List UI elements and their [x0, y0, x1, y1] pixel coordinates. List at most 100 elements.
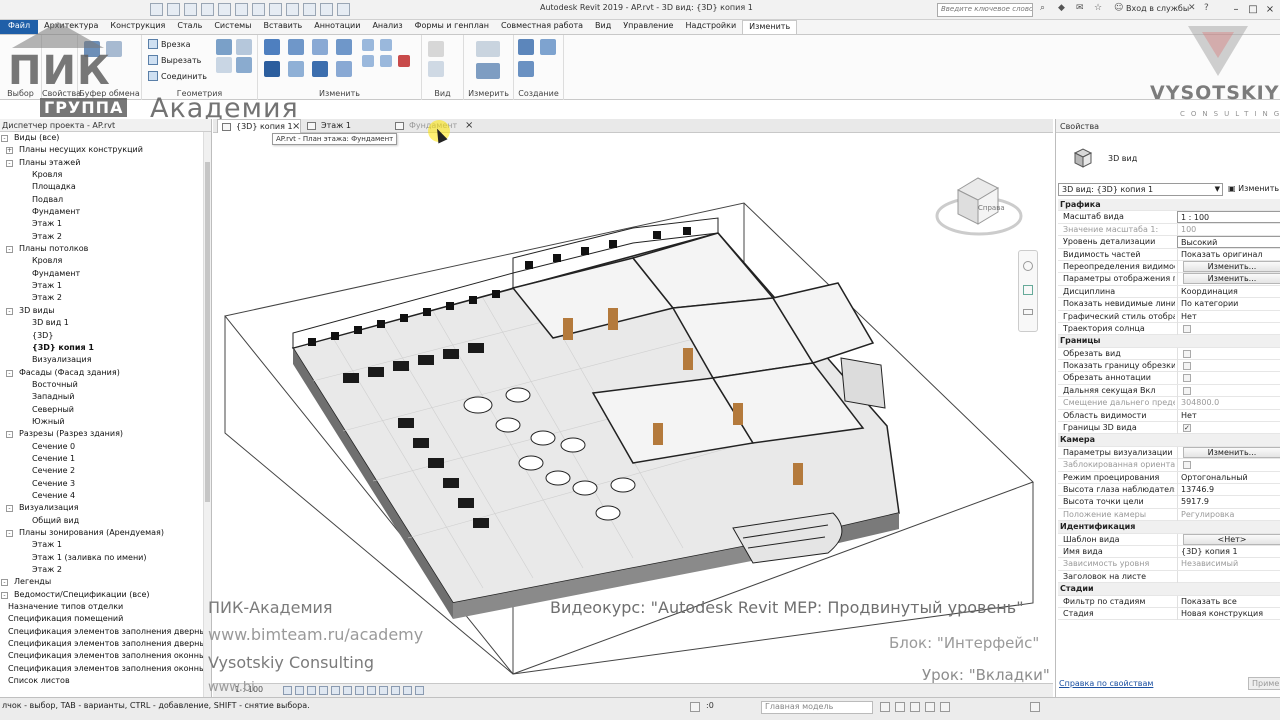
properties-help-link[interactable]: Справка по свойствам	[1059, 679, 1153, 688]
checkbox-unchecked[interactable]	[1183, 349, 1191, 358]
browser-node[interactable]: Фундамент	[0, 206, 211, 218]
instance-selector[interactable]: 3D вид: {3D} копия 1 ▼	[1058, 183, 1223, 196]
browser-node[interactable]: Кровля	[0, 169, 211, 181]
filter-icon[interactable]	[1030, 702, 1040, 712]
open-icon[interactable]	[150, 3, 163, 16]
property-value[interactable]: 13746.9	[1177, 483, 1280, 496]
browser-node[interactable]: Восточный	[0, 379, 211, 391]
view-tool-icon[interactable]	[428, 41, 444, 57]
property-value[interactable]: <Нет>	[1177, 533, 1280, 546]
copy-icon[interactable]	[288, 61, 304, 77]
scale-icon[interactable]	[362, 55, 374, 67]
reveal-hidden-icon[interactable]	[391, 686, 400, 695]
browser-node[interactable]: {3D} копия 1	[0, 342, 211, 354]
3d-view-icon[interactable]	[252, 3, 265, 16]
undo-icon[interactable]	[184, 3, 197, 16]
close-hidden-icon[interactable]	[303, 3, 316, 16]
show-crop-icon[interactable]	[355, 686, 364, 695]
browser-node[interactable]: 3D вид 1	[0, 317, 211, 329]
property-group[interactable]: Границы	[1058, 335, 1280, 348]
apply-button[interactable]: Приме	[1248, 677, 1280, 690]
browser-node[interactable]: - Планы потолков	[0, 243, 211, 255]
browser-node[interactable]: - Виды (все)	[0, 132, 211, 144]
create-parts-icon[interactable]	[540, 39, 556, 55]
array-icon[interactable]	[380, 39, 392, 51]
visual-style-icon[interactable]	[295, 686, 304, 695]
help-icon[interactable]: ?	[1204, 3, 1209, 13]
scrollbar-thumb[interactable]	[205, 162, 210, 502]
cut-geometry-button[interactable]: Вырезать	[148, 55, 201, 65]
browser-node[interactable]: Этаж 2	[0, 292, 211, 304]
login-link[interactable]: Вход в службы	[1126, 4, 1189, 13]
browser-node[interactable]: Этаж 1	[0, 218, 211, 230]
mirror-draw-icon[interactable]	[336, 39, 352, 55]
view-cube[interactable]: Справа	[934, 172, 1024, 242]
sun-path-icon[interactable]	[307, 686, 316, 695]
browser-node[interactable]: - Легенды	[0, 576, 211, 588]
tab-steel[interactable]: Сталь	[171, 20, 208, 34]
collapse-icon[interactable]: -	[6, 530, 13, 537]
pin-icon[interactable]	[380, 55, 392, 67]
collapse-icon[interactable]: -	[1, 135, 8, 142]
view-tool-icon[interactable]	[428, 61, 444, 77]
collapse-icon[interactable]: -	[1, 579, 8, 587]
browser-node[interactable]: -3D виды	[0, 305, 211, 317]
dimension-icon[interactable]	[476, 63, 500, 79]
collapse-icon[interactable]: -	[1, 591, 8, 599]
crop-view-icon[interactable]	[343, 686, 352, 695]
measure-icon[interactable]	[218, 3, 231, 16]
property-edit-button[interactable]: Изменить...	[1183, 446, 1280, 458]
browser-node[interactable]: - Планы зонирования (Арендуемая)	[0, 527, 211, 539]
search-input[interactable]: Введите ключевое слово/фразу	[937, 3, 1033, 17]
select-pinned-icon[interactable]	[910, 702, 920, 712]
minimize-button[interactable]: –	[1228, 2, 1244, 17]
redo-icon[interactable]	[201, 3, 214, 16]
property-value[interactable]: 1 : 100	[1177, 211, 1280, 224]
browser-node[interactable]: - Планы этажей	[0, 157, 211, 169]
property-value[interactable]: Нет	[1177, 310, 1280, 323]
join-button[interactable]: Соединить	[148, 71, 207, 81]
browser-node[interactable]: Западный	[0, 391, 211, 403]
property-edit-button[interactable]: Изменить...	[1183, 273, 1280, 285]
geometry-tool-icon[interactable]	[236, 39, 252, 55]
tab-massing[interactable]: Формы и генплан	[409, 20, 495, 34]
property-value[interactable]	[1177, 322, 1280, 335]
design-option-selector[interactable]: Главная модель	[761, 701, 873, 714]
tab-addins[interactable]: Надстройки	[679, 20, 742, 34]
select-links-icon[interactable]	[880, 702, 890, 712]
property-value[interactable]: Показать все	[1177, 595, 1280, 608]
browser-node[interactable]: Этаж 2	[0, 231, 211, 243]
checkbox-unchecked[interactable]	[1183, 362, 1191, 371]
select-underlay-icon[interactable]	[895, 702, 905, 712]
create-group-icon[interactable]	[518, 61, 534, 77]
property-value[interactable]	[1177, 384, 1280, 397]
property-value[interactable]: 304800.0	[1177, 397, 1280, 410]
maximize-button[interactable]: □	[1245, 2, 1261, 17]
property-value[interactable]	[1177, 459, 1280, 472]
tab-manage[interactable]: Управление	[617, 20, 679, 34]
browser-node[interactable]: {3D}	[0, 330, 211, 342]
property-group[interactable]: Стадии	[1058, 583, 1280, 596]
browser-node[interactable]: Список листов	[0, 675, 211, 687]
property-group[interactable]: Камера	[1058, 434, 1280, 447]
checkbox-unchecked[interactable]	[1183, 324, 1191, 333]
browser-node[interactable]: Этаж 1	[0, 280, 211, 292]
steering-wheel-icon[interactable]	[1023, 261, 1033, 271]
browser-node[interactable]: - Визуализация	[0, 502, 211, 514]
delete-icon[interactable]	[398, 55, 410, 67]
browser-node[interactable]: Этаж 1 (заливка по имени)	[0, 552, 211, 564]
checkbox-checked[interactable]: ✓	[1183, 424, 1191, 433]
browser-node[interactable]: - Разрезы (Разрез здания)	[0, 428, 211, 440]
property-value[interactable]	[1177, 372, 1280, 385]
tab-systems[interactable]: Системы	[208, 20, 257, 34]
view-tab-level-1[interactable]: Этаж 1	[303, 119, 391, 133]
browser-node[interactable]: Кровля	[0, 255, 211, 267]
user-icon[interactable]: ☺	[1114, 3, 1123, 13]
browser-node[interactable]: + Планы несущих конструкций	[0, 144, 211, 156]
geometry-tool-icon[interactable]	[216, 39, 232, 55]
browser-node[interactable]: Сечение 2	[0, 465, 211, 477]
expand-icon[interactable]: +	[6, 147, 13, 155]
browser-node[interactable]: Спецификация элементов заполнения оконны…	[0, 663, 211, 675]
view-tab-3d-copy[interactable]: {3D} копия 1 ×	[217, 119, 301, 133]
tab-analyze[interactable]: Анализ	[366, 20, 408, 34]
